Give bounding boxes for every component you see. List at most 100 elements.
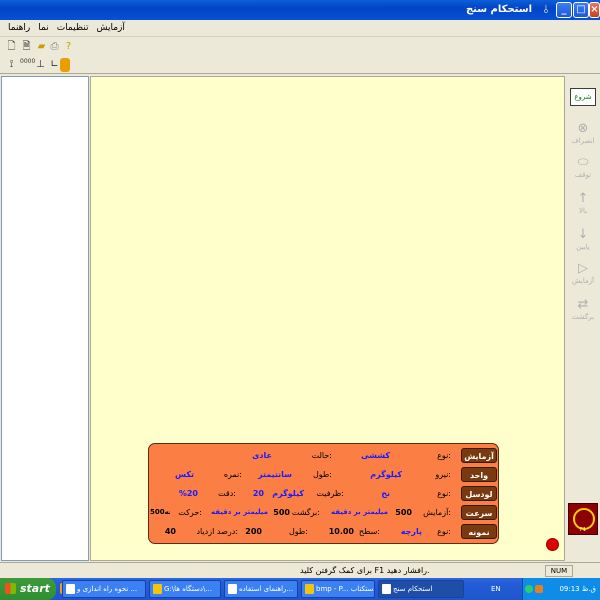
app-window: استحکام سنج ⫰ _ □ × آزمایش تنظیمات نما ر… [0, 0, 600, 578]
open-folder-icon[interactable]: ▰ [35, 40, 48, 54]
test-row: آزمایش نوع: کششی حالت: عادی [149, 446, 500, 465]
graph-area[interactable]: آزمایش نوع: کششی حالت: عادی واحد نیرو: ک… [90, 76, 565, 561]
taskbar: start نحوه راه اندازی و ... G:\دستگاه ها… [0, 578, 600, 600]
return-speed-value: 500 [273, 508, 290, 517]
maximize-button[interactable]: □ [573, 2, 589, 18]
menu-test[interactable]: آزمایش [92, 20, 128, 37]
test-speed-value: 500 [395, 508, 412, 517]
open-document-icon[interactable]: 🗎 [20, 40, 33, 54]
start-label: start [20, 582, 50, 595]
test-state-label: حالت: [311, 451, 332, 460]
sample-type-value: پارچه [400, 527, 422, 536]
accuracy-label: دقت: [218, 489, 236, 498]
speed-button[interactable]: سرعت [461, 505, 497, 520]
test-speed-unit: میلیمتر بر دقیقه [331, 508, 388, 516]
play-icon: ▷ [578, 261, 588, 276]
clock[interactable]: 09:13 ق.ظ [559, 578, 596, 600]
return-speed-label: برگشت: [291, 508, 320, 517]
task-item[interactable]: bmp - P... دستکتاب [301, 580, 375, 598]
task-item[interactable]: راهنمای استفاده... [224, 580, 298, 598]
language-indicator[interactable]: EN [491, 578, 501, 600]
area-value: 10.00 [328, 527, 354, 536]
number-label: نمره: [223, 470, 242, 479]
app-icon[interactable]: ⫰ [540, 3, 552, 17]
tray-icon[interactable] [535, 585, 543, 593]
toolbar-standard: 🗋 🗎 ▰ ⎙ ? [0, 38, 600, 56]
capacity-label: ظرفیت: [316, 489, 344, 498]
task-icon [228, 584, 237, 594]
balance-icon[interactable]: ⊥ [34, 58, 47, 72]
menu-help[interactable]: راهنما [4, 20, 34, 37]
title-bar[interactable]: استحکام سنج ⫰ _ □ × [0, 0, 600, 20]
task-item[interactable]: G:\دستگاه ها\... [149, 580, 221, 598]
stop-button[interactable]: ⬭ توقف [570, 156, 596, 180]
menu-settings[interactable]: تنظیمات [53, 20, 93, 37]
elongation-label: درصد ازدیاد: [196, 527, 238, 536]
speed-row: سرعت آزمایش: 500 میلیمتر بر دقیقه برگشت:… [149, 503, 500, 522]
tray-icon[interactable] [525, 585, 533, 593]
loadcell-button[interactable]: لودسل [461, 486, 497, 501]
cancel-button[interactable]: ⊗ انصراف [570, 122, 596, 146]
loadcell-type-label: نوع: [437, 489, 451, 498]
run-test-button[interactable]: ▷ آزمایش [570, 262, 596, 286]
move-speed-value: 500میلیمتر بر دقیقه [150, 508, 170, 516]
task-label: G:\دستگاه ها\... [164, 585, 213, 593]
force-value: کیلوگرم [370, 470, 402, 479]
up-label: بالا [578, 207, 588, 215]
status-bar: برای کمک گرفتن کلید F1 رافشار دهید. NUM [0, 562, 600, 578]
run-test-label: آزمایش [571, 277, 595, 285]
task-label: راهنمای استفاده... [239, 585, 294, 593]
test-button[interactable]: آزمایش [461, 448, 497, 463]
task-label: نحوه راه اندازی و ... [77, 585, 138, 593]
accuracy-value: %20 [178, 489, 198, 498]
tension-icon[interactable]: ⟟ [5, 58, 18, 72]
minimize-button[interactable]: _ [556, 2, 572, 18]
loadcell-row: لودسل نوع: نخ ظرفیت: کیلوگرم 20 دقت: %20 [149, 484, 500, 503]
task-icon [153, 584, 162, 594]
sample-length-label: طول: [288, 527, 308, 536]
elongation-value: 40 [164, 527, 176, 536]
sample-button[interactable]: نمونه [461, 524, 497, 539]
calibrate-icon[interactable]: 0000 [20, 58, 35, 72]
test-type-label: نوع: [437, 451, 451, 460]
unit-row: واحد نیرو: کیلوگرم طول: سانتیمتر نمره: ت… [149, 465, 500, 484]
down-arrow-icon: ↓ [577, 227, 589, 242]
start-icon: شروع [574, 93, 592, 101]
windows-logo-icon [5, 583, 16, 594]
sample-row: نمونه نوع: پارچه سطح: 10.00 طول: 200 درص… [149, 522, 500, 541]
return-button[interactable]: ⇄ برگشت [570, 298, 596, 322]
return-speed-unit: میلیمتر بر دقیقه [211, 508, 268, 516]
test-type-value: کششی [360, 451, 390, 460]
new-document-icon[interactable]: 🗋 [5, 40, 18, 54]
down-button[interactable]: ↓ پایین [570, 228, 596, 252]
connection-status-indicator [546, 538, 559, 551]
print-icon[interactable]: ⎙ [48, 40, 61, 54]
close-button[interactable]: × [589, 2, 600, 18]
task-label: bmp - P... دستکتاب [316, 585, 375, 593]
task-item[interactable]: نحوه راه اندازی و ... [62, 580, 146, 598]
task-icon [382, 584, 391, 594]
test-speed-label: آزمایش: [423, 508, 451, 517]
capacity-unit: کیلوگرم [272, 489, 304, 498]
length-label: طول: [312, 470, 332, 479]
capacity-value: 20 [252, 489, 264, 498]
start-button[interactable]: شروع [570, 88, 596, 106]
loadcell-type-value: نخ [381, 489, 390, 498]
length-value: سانتیمتر [257, 470, 292, 479]
roll-icon[interactable] [60, 58, 70, 72]
help-icon[interactable]: ? [62, 40, 75, 54]
task-icon [305, 584, 314, 594]
stop-icon: ⬭ [577, 155, 589, 170]
start-button-taskbar[interactable]: start [0, 578, 56, 600]
specimen-list-panel[interactable] [1, 76, 89, 561]
sample-length-value: 200 [245, 527, 262, 536]
return-icon: ⇄ [577, 297, 589, 312]
task-item[interactable]: استحکام سنج [378, 580, 464, 598]
down-label: پایین [576, 243, 590, 251]
up-button[interactable]: ↑ بالا [570, 192, 596, 216]
unit-button[interactable]: واحد [461, 467, 497, 482]
menu-view[interactable]: نما [34, 20, 52, 37]
return-label: برگشت [571, 313, 595, 321]
cancel-icon: ⊗ [577, 121, 589, 136]
stop-label: توقف [574, 171, 592, 179]
